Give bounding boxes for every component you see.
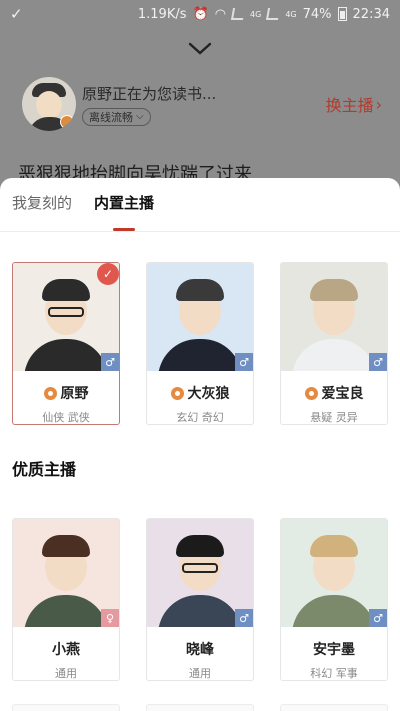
switch-anchor-button[interactable]: 换主播 ›	[326, 92, 382, 116]
anchor-card[interactable]: ♂ 大灰狼 玄幻 奇幻	[146, 262, 254, 425]
checkmark-swoosh-icon: ✓	[10, 5, 23, 23]
anchor-card[interactable]: ♂ 晓峰 通用	[146, 518, 254, 681]
anchor-name: 小燕	[52, 642, 80, 658]
male-icon: ♂	[235, 353, 253, 371]
wifi-icon: ◠	[214, 6, 227, 22]
reader-status-text: 原野正在为您读书...	[82, 84, 217, 103]
signal-icon-2	[266, 8, 281, 20]
alarm-icon: ⏰	[192, 6, 209, 22]
reader-avatar	[22, 77, 76, 131]
medal-icon	[43, 386, 57, 400]
anchor-card-partial[interactable]	[12, 704, 120, 711]
anchor-card[interactable]: ♀ 小燕 通用	[12, 518, 120, 681]
tab-my-clones[interactable]: 我复刻的	[12, 192, 72, 231]
network-label-1: 4G	[250, 9, 262, 19]
female-icon: ♀	[101, 609, 119, 627]
quality-label: 离线流畅	[89, 110, 133, 124]
anchor-tags: 玄幻 奇幻	[176, 411, 224, 424]
anchor-tags: 科幻 军事	[310, 667, 358, 680]
chevron-down-icon: ⌵	[136, 111, 144, 122]
anchor-name: 晓峰	[186, 642, 214, 658]
quality-anchor-grid: ♀ 小燕 通用 ♂ 晓峰 通用 ♂ 安宇墨 科幻 军事	[12, 518, 388, 681]
signal-icon	[230, 8, 246, 20]
anchor-tags: 通用	[55, 667, 77, 680]
tab-builtin-anchors[interactable]: 内置主播	[94, 192, 154, 231]
medal-icon	[60, 115, 74, 129]
anchor-name: 大灰狼	[187, 386, 230, 402]
male-icon: ♂	[369, 609, 387, 627]
network-label-2: 4G	[285, 9, 297, 19]
male-icon: ♂	[369, 353, 387, 371]
male-icon: ♂	[235, 609, 253, 627]
clock: 22:34	[352, 6, 390, 22]
medal-icon	[170, 386, 184, 400]
switch-anchor-label: 换主播	[325, 96, 374, 115]
section-title-quality: 优质主播	[12, 460, 77, 479]
network-speed: 1.19K/s	[137, 6, 187, 22]
checkmark-icon: ✓	[97, 263, 119, 285]
current-reader-row: 原野正在为您读书... 离线流畅 ⌵ 换主播 ›	[22, 76, 382, 132]
more-anchors-row	[12, 704, 388, 711]
male-icon: ♂	[101, 353, 119, 371]
anchor-card[interactable]: ♂ ✓ 原野 仙侠 武侠	[12, 262, 120, 425]
chevron-down-icon[interactable]	[188, 42, 212, 56]
anchor-picker-sheet: 我复刻的 内置主播 ♂ ✓ 原野 仙侠 武侠 ♂ 大灰狼 玄幻 奇幻 ♂ 爱宝良	[0, 178, 400, 711]
status-indicators: 1.19K/s ⏰ ◠ 4G 4G 74% 22:34	[138, 7, 390, 22]
chevron-right-icon: ›	[375, 94, 382, 114]
anchor-card[interactable]: ♂ 爱宝良 悬疑 灵异	[280, 262, 388, 425]
anchor-card-partial[interactable]	[146, 704, 254, 711]
anchor-name: 安宇墨	[313, 642, 355, 658]
anchor-card-partial[interactable]	[280, 704, 388, 711]
battery-percent: 74%	[302, 6, 332, 22]
anchor-tags: 仙侠 武侠	[42, 411, 90, 424]
battery-icon	[337, 7, 347, 21]
anchor-name: 爱宝良	[321, 386, 364, 402]
status-bar: ✓ 1.19K/s ⏰ ◠ 4G 4G 74% 22:34	[0, 0, 400, 28]
tab-bar: 我复刻的 内置主播	[0, 178, 400, 232]
anchor-card[interactable]: ♂ 安宇墨 科幻 军事	[280, 518, 388, 681]
medal-icon	[304, 386, 318, 400]
quality-selector[interactable]: 离线流畅 ⌵	[82, 107, 151, 126]
anchor-name: 原野	[60, 386, 89, 402]
anchor-tags: 悬疑 灵异	[310, 411, 358, 424]
builtin-anchor-grid: ♂ ✓ 原野 仙侠 武侠 ♂ 大灰狼 玄幻 奇幻 ♂ 爱宝良 悬疑 灵异	[12, 262, 388, 425]
anchor-tags: 通用	[189, 667, 211, 680]
